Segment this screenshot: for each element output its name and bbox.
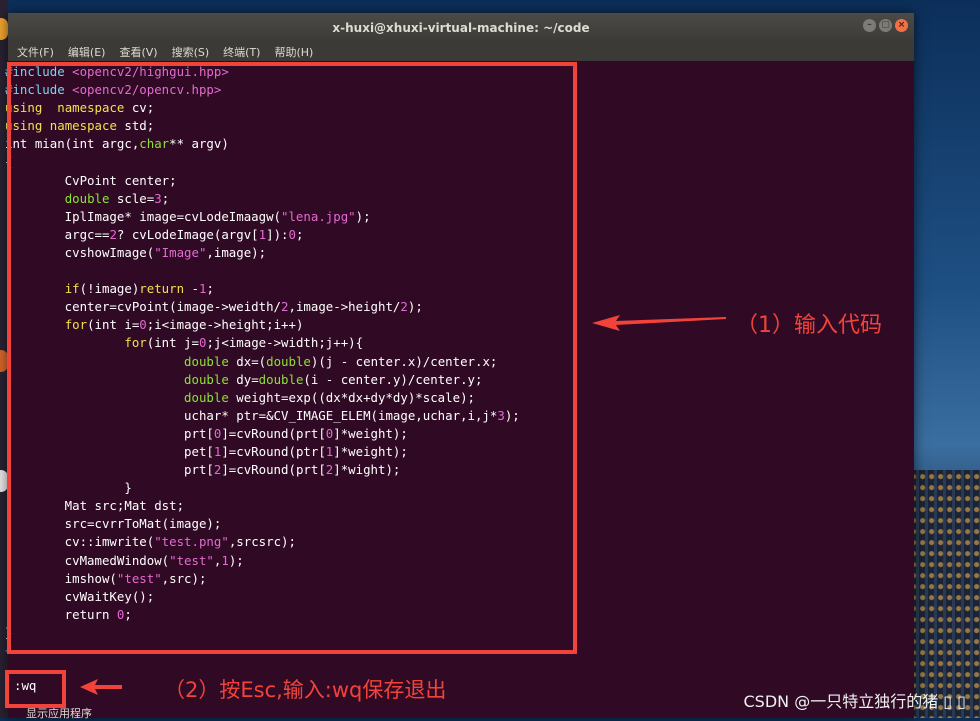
minimize-button[interactable]: – xyxy=(863,19,876,32)
annotation-arrow-2 xyxy=(80,679,122,695)
window-titlebar[interactable]: x-huxi@xhuxi-virtual-machine: ~/code – ▢… xyxy=(8,13,914,43)
code-highlight-box xyxy=(7,62,577,654)
menu-view[interactable]: 查看(V) xyxy=(119,44,157,60)
launcher-app-icon[interactable] xyxy=(0,18,8,40)
maximize-button[interactable]: ▢ xyxy=(879,19,892,32)
menu-terminal[interactable]: 终端(T) xyxy=(223,44,260,60)
annotation-arrow-1 xyxy=(592,315,726,331)
window-controls: – ▢ × xyxy=(863,19,908,32)
annotation-step2: （2）按Esc,输入:wq保存退出 xyxy=(164,678,447,702)
desktop-wallpaper xyxy=(910,470,980,718)
annotation-step1: （1）输入代码 xyxy=(736,313,882,338)
menu-help[interactable]: 帮助(H) xyxy=(274,44,313,60)
menu-file[interactable]: 文件(F) xyxy=(17,44,54,60)
close-button[interactable]: × xyxy=(895,19,908,32)
menu-bar: 文件(F) 编辑(E) 查看(V) 搜索(S) 终端(T) 帮助(H) xyxy=(8,43,914,61)
window-title: x-huxi@xhuxi-virtual-machine: ~/code xyxy=(332,21,590,35)
menu-search[interactable]: 搜索(S) xyxy=(172,44,210,60)
menu-edit[interactable]: 编辑(E) xyxy=(68,44,106,60)
command-highlight-box xyxy=(5,670,66,708)
csdn-watermark: CSDN @一只特立独行的猪 ▯ ▯ xyxy=(743,692,967,711)
